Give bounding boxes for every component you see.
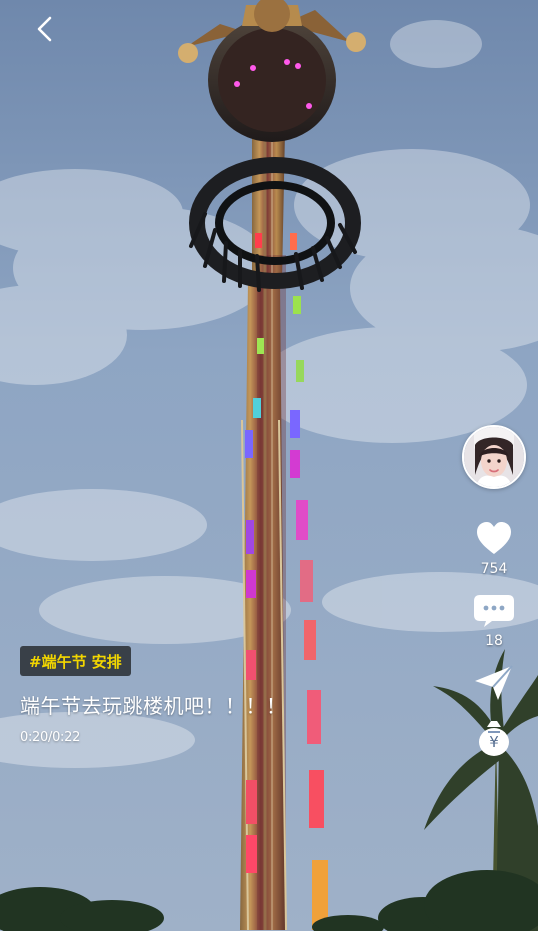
video-title: 端午节去玩跳楼机吧！！！！ <box>20 694 287 718</box>
like-button[interactable]: 754 <box>473 519 515 577</box>
avatar-image <box>464 427 524 487</box>
video-caption: #端午节 安排 端午节去玩跳楼机吧！！！！ 0:20/0:22 <box>20 646 420 745</box>
right-action-rail: 754 18 ¥ <box>462 425 526 773</box>
hashtag-chip[interactable]: #端午节 安排 <box>20 646 131 676</box>
like-count: 754 <box>480 561 508 577</box>
comment-count: 18 <box>485 633 503 649</box>
heart-icon <box>477 522 511 554</box>
share-arrow-icon <box>475 665 513 700</box>
hashtag-extra: 安排 <box>91 652 122 671</box>
video-frame[interactable] <box>0 0 538 931</box>
comment-button[interactable]: 18 <box>472 591 516 649</box>
svg-text:¥: ¥ <box>489 733 499 751</box>
avatar[interactable] <box>462 425 526 489</box>
share-button[interactable] <box>472 663 516 703</box>
money-bag-icon: ¥ <box>479 721 509 756</box>
comment-bubble-icon <box>474 595 514 627</box>
chevron-left-icon <box>37 16 52 42</box>
playback-time: 0:20/0:22 <box>20 730 81 745</box>
reward-button[interactable]: ¥ <box>473 717 515 759</box>
back-button[interactable] <box>22 12 66 46</box>
video-screen[interactable]: 754 18 ¥ #端午节 安排 端午节去玩跳楼机吧！！！！ 0:20/0:22 <box>0 0 538 931</box>
hashtag-text: #端午节 <box>29 652 87 671</box>
